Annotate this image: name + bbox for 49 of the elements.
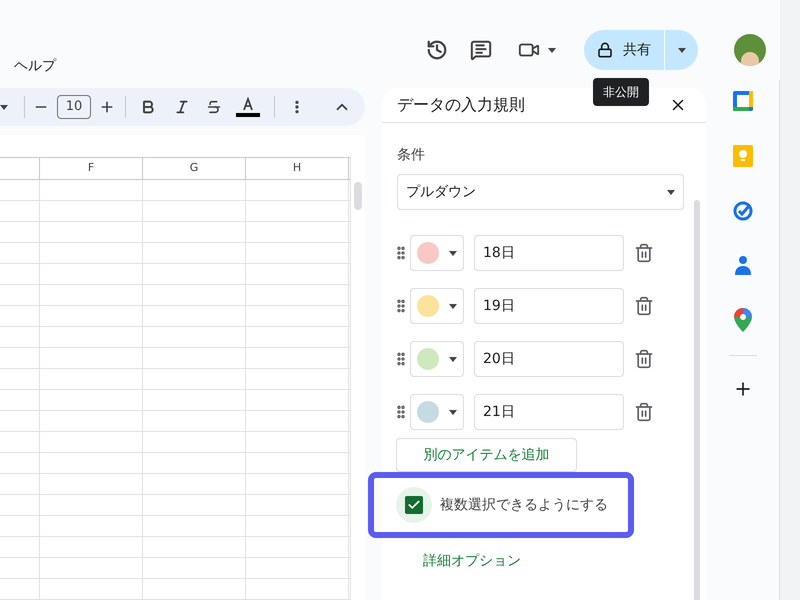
color-picker-button[interactable] bbox=[410, 394, 464, 430]
delete-icon[interactable] bbox=[634, 243, 654, 263]
increase-font-icon[interactable] bbox=[99, 99, 115, 115]
caret-icon bbox=[667, 190, 675, 194]
color-picker-button[interactable] bbox=[410, 288, 464, 324]
calendar-icon[interactable] bbox=[732, 90, 754, 112]
strikethrough-icon[interactable] bbox=[206, 99, 222, 115]
task-check-icon[interactable] bbox=[732, 200, 754, 222]
history-icon[interactable] bbox=[426, 39, 448, 61]
caret-icon bbox=[548, 48, 556, 52]
color-picker-button[interactable] bbox=[410, 235, 464, 271]
font-size-field[interactable]: 10 bbox=[57, 95, 91, 119]
caret-icon bbox=[449, 250, 457, 256]
caret-icon bbox=[678, 48, 686, 52]
person-icon[interactable] bbox=[734, 255, 750, 275]
item-input[interactable]: 18日 bbox=[474, 235, 624, 271]
caret-icon bbox=[449, 410, 457, 414]
caret-icon bbox=[0, 104, 8, 110]
criteria-dropdown[interactable]: プルダウン bbox=[397, 174, 684, 210]
checkbox-label: 複数選択できるようにする bbox=[440, 496, 608, 514]
comment-icon[interactable] bbox=[470, 39, 492, 61]
scrollbar-thumb[interactable] bbox=[354, 182, 362, 210]
avatar[interactable] bbox=[734, 34, 766, 66]
multi-select-checkbox[interactable] bbox=[405, 496, 423, 514]
delete-icon[interactable] bbox=[634, 296, 654, 316]
bold-icon[interactable] bbox=[140, 99, 156, 115]
item-input[interactable]: 20日 bbox=[474, 341, 624, 377]
delete-icon[interactable] bbox=[634, 402, 654, 422]
column-header[interactable]: F bbox=[40, 158, 143, 179]
item-input[interactable]: 21日 bbox=[474, 394, 624, 430]
lock-icon bbox=[597, 42, 613, 58]
map-pin-icon[interactable] bbox=[734, 308, 752, 332]
tooltip: 非公開 bbox=[593, 78, 649, 106]
delete-icon[interactable] bbox=[634, 349, 654, 369]
caret-icon bbox=[449, 356, 457, 362]
caret-icon bbox=[449, 304, 457, 308]
share-button[interactable]: 共有 bbox=[584, 30, 664, 70]
italic-icon[interactable] bbox=[174, 99, 190, 115]
text-color-icon[interactable] bbox=[236, 97, 260, 117]
add-item-button[interactable]: 別のアイテムを追加 bbox=[396, 438, 577, 472]
menu-item[interactable]: ヘルプ bbox=[14, 56, 56, 77]
check-icon bbox=[407, 498, 421, 512]
column-header[interactable]: H bbox=[246, 158, 349, 179]
color-picker-button[interactable] bbox=[410, 341, 464, 377]
item-input[interactable]: 19日 bbox=[474, 288, 624, 324]
panel-title: データの入力規則 bbox=[397, 94, 526, 116]
column-header[interactable]: G bbox=[143, 158, 246, 179]
advanced-options-link[interactable]: 詳細オプション bbox=[423, 551, 684, 572]
condition-label: 条件 bbox=[397, 146, 426, 165]
